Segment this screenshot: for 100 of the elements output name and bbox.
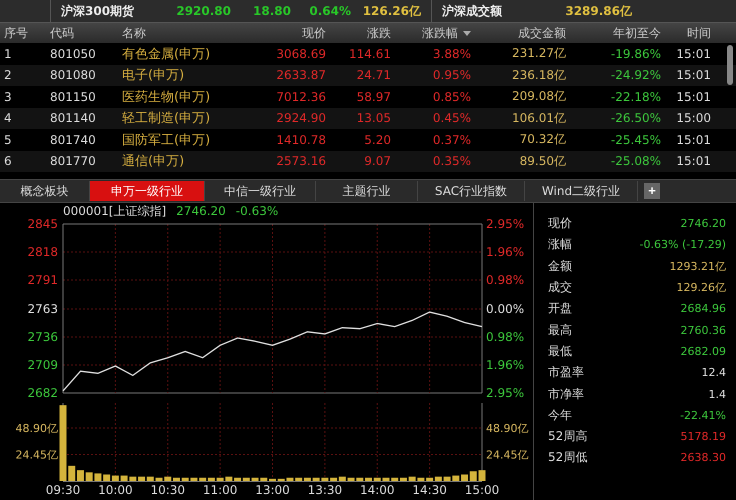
table-cell-text: -25.45%	[610, 132, 662, 147]
time-label: 14:30	[412, 483, 447, 497]
table-cell-text: 15:01	[675, 68, 712, 82]
table-cell-text: 106.01亿	[511, 110, 567, 127]
column-header[interactable]: 涨跌	[330, 24, 395, 42]
table-cell-text: 58.97	[356, 90, 392, 104]
index-price: 2746.20	[176, 204, 226, 218]
table-cell-text: 5.20	[363, 132, 392, 147]
quote-value: 2746.20	[680, 217, 726, 230]
table-cell-text: 9.07	[363, 154, 392, 168]
table-cell-text: 801140	[49, 111, 97, 126]
quote-value: -0.63% (-17.29)	[640, 238, 726, 252]
quote-value: 5178.19	[680, 430, 726, 444]
table-cell-text: 轻工制造(申万)	[121, 110, 212, 128]
table-cell-text: -22.18%	[610, 90, 662, 104]
axis-label: 1.96%	[486, 245, 524, 259]
table-cell-text: -25.08%	[610, 154, 662, 168]
quote-label: 今年	[548, 406, 572, 424]
axis-label: 0.98%	[486, 273, 524, 287]
axis-label: 2818	[27, 245, 58, 259]
turnover-value: 3289.86亿	[564, 2, 632, 20]
column-header[interactable]: 序号	[0, 24, 46, 42]
axis-label: 0.98%	[486, 330, 524, 344]
table-cell-text: 236.18亿	[511, 66, 567, 84]
quote-value: 1.4	[708, 388, 726, 401]
category-tab[interactable]: 申万一级行业	[90, 181, 205, 201]
table-cell-text: 3	[3, 90, 13, 104]
table-cell-text: 医药生物(申万)	[121, 88, 212, 106]
table-cell-text: 2	[3, 68, 13, 82]
quote-label: 52周高	[548, 428, 588, 446]
table-cell-text: 801740	[49, 132, 97, 147]
column-header[interactable]: 名称	[118, 24, 258, 42]
column-header[interactable]: 年初至今	[570, 24, 665, 42]
table-cell-text: 231.27亿	[511, 45, 567, 62]
quote-value: 2638.30	[680, 451, 726, 464]
futures-label: 沪深300期货	[61, 2, 136, 20]
table-cell-text: 3.88%	[432, 46, 472, 61]
time-label: 09:30	[46, 483, 80, 497]
time-label: 13:00	[255, 483, 290, 497]
quote-value: -22.41%	[680, 408, 726, 422]
axis-label: 2736	[27, 330, 58, 344]
table-cell-text: 通信(申万)	[121, 153, 186, 170]
table-cell-text: 801050	[49, 46, 97, 61]
table-cell-text: 114.61	[348, 46, 392, 61]
time-label: 11:00	[202, 483, 238, 497]
table-cell-text: 15:01	[675, 90, 712, 104]
quote-value: 1293.21亿	[670, 258, 726, 274]
turnover-label: 沪深成交额	[442, 2, 503, 20]
table-cell-text: 电子(申万)	[121, 67, 186, 84]
table-cell-text: 0.37%	[432, 132, 472, 147]
axis-label: 2709	[27, 358, 58, 372]
futures-value: 0.64%	[308, 4, 351, 18]
quote-value: 2684.96	[680, 302, 726, 316]
axis-label: 24.45亿	[16, 448, 58, 462]
axis-label: 24.45亿	[486, 448, 528, 462]
column-header[interactable]: 时间	[665, 24, 715, 42]
table-cell-text: 0.95%	[432, 68, 472, 82]
table-cell-text: 89.50亿	[518, 152, 567, 170]
futures-value: 2920.80	[175, 4, 231, 18]
quote-label: 涨幅	[548, 236, 572, 254]
time-label: 13:30	[308, 483, 342, 497]
axis-label: 2.95%	[486, 386, 524, 400]
table-cell-text: 15:01	[675, 132, 712, 147]
quote-label: 最高	[548, 322, 572, 339]
axis-label: 48.90亿	[486, 422, 528, 436]
quote-value: 2760.36	[680, 324, 726, 337]
axis-label: 48.90亿	[16, 422, 58, 436]
table-cell-text: 801150	[49, 90, 97, 104]
table-cell-text: 13.05	[356, 111, 392, 126]
axis-label: 1.96%	[486, 358, 524, 372]
table-cell-text: 5	[3, 132, 13, 147]
time-label: 10:30	[150, 483, 186, 497]
table-cell-text: 1	[3, 46, 13, 61]
table-cell-text: 15:00	[675, 111, 712, 126]
table-cell-text: 801080	[49, 68, 97, 82]
table-cell-text: 3068.69	[275, 46, 327, 61]
table-cell-text: 2924.90	[275, 111, 327, 126]
table-cell-text: 1410.78	[275, 132, 327, 147]
table-cell-text: 0.45%	[432, 111, 472, 126]
add-tab-button[interactable]: +	[644, 183, 660, 199]
table-cell-text: 801770	[49, 154, 97, 168]
table-cell-text: 4	[3, 111, 13, 126]
table-cell-text: 0.35%	[432, 154, 472, 168]
quote-value: 129.26亿	[676, 280, 726, 296]
table-cell-text: 15:01	[675, 46, 712, 61]
column-header[interactable]: 涨跌幅	[395, 24, 475, 42]
table-cell-text: 0.85%	[432, 90, 472, 104]
time-label: 10:00	[98, 483, 133, 497]
axis-label: 2682	[27, 386, 58, 400]
column-header[interactable]: 代码	[46, 24, 118, 42]
quote-value: 12.4	[702, 366, 726, 380]
time-label: 15:00	[464, 483, 500, 497]
axis-label: 2791	[27, 273, 58, 287]
axis-label: 2845	[27, 219, 58, 231]
index-name: 000001[上证综指]	[63, 202, 166, 220]
column-header[interactable]: 现价	[258, 24, 330, 42]
futures-amount: 126.26亿	[362, 2, 421, 20]
axis-label: 2.95%	[486, 219, 524, 231]
quote-label: 成交	[548, 279, 572, 296]
column-header[interactable]: 成交金额	[475, 24, 570, 42]
